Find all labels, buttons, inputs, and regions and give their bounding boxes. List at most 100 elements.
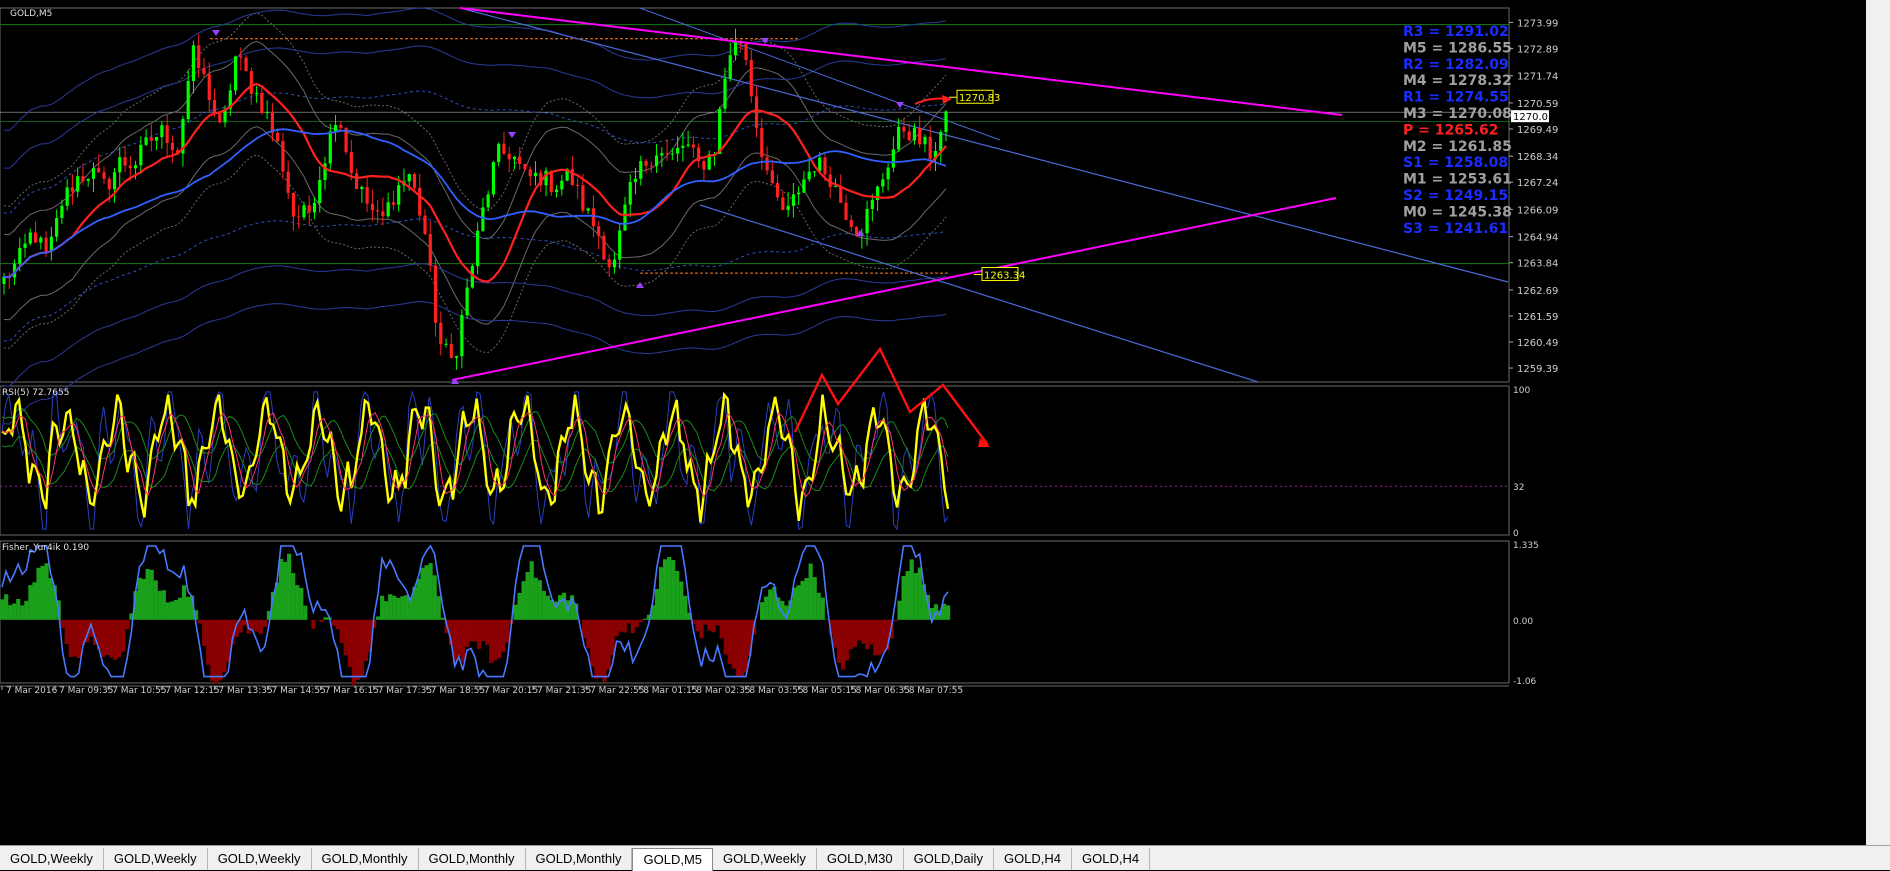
fisher-bar — [311, 620, 315, 629]
fisher-bar — [28, 585, 32, 620]
fisher-bar — [170, 601, 174, 619]
candle-body — [392, 202, 395, 204]
fisher-bar — [671, 560, 675, 620]
chart-tab[interactable]: GOLD,M5 — [632, 848, 713, 871]
candle-body — [350, 152, 353, 173]
chart-tab[interactable]: GOLD,Monthly — [312, 848, 419, 870]
pivot-label: R2 = 1282.09 — [1403, 57, 1509, 73]
fisher-bar — [695, 620, 699, 631]
annotation-label: 1270.83 — [959, 93, 1000, 104]
candle-body — [908, 131, 911, 140]
price-tick-label: 1264.94 — [1517, 233, 1558, 244]
fisher-bar — [259, 620, 263, 634]
chart-tab[interactable]: GOLD,Monthly — [526, 848, 633, 870]
candle-body — [129, 166, 132, 169]
time-tick-label: 8 Mar 03:55 — [749, 686, 803, 696]
rsi-line — [2, 395, 948, 523]
fisher-bar — [420, 568, 424, 620]
price-tick-label: 1266.09 — [1517, 205, 1558, 216]
time-tick-label: 7 Mar 21:35 — [537, 686, 591, 696]
fisher-bar — [49, 578, 53, 620]
chart-tab[interactable]: GOLD,H4 — [1072, 848, 1150, 870]
candle-body — [308, 205, 311, 212]
candle-body — [808, 172, 811, 180]
candle-body — [166, 125, 169, 143]
chart-tab[interactable]: GOLD,H4 — [994, 848, 1072, 870]
fisher-bar — [154, 580, 158, 619]
fisher-bar — [538, 580, 542, 620]
candle-body — [255, 93, 258, 94]
candle-body — [18, 248, 21, 264]
fisher-bar — [384, 601, 388, 620]
fisher-bar — [558, 595, 562, 620]
candle-body — [476, 231, 479, 266]
fisher-tick-label: -1.06 — [1513, 677, 1537, 687]
candle-body — [850, 220, 853, 227]
candle-body — [192, 45, 195, 81]
time-tick-label: 7 Mar 13:35 — [218, 686, 272, 696]
fisher-bar — [902, 576, 906, 620]
fisher-bar — [610, 620, 614, 655]
candle-body — [29, 232, 32, 243]
candle-body — [155, 137, 158, 141]
blue-dashed-band — [4, 219, 946, 341]
fisher-bar — [481, 620, 485, 641]
chart-tab[interactable]: GOLD,Monthly — [419, 848, 526, 870]
fisher-bar — [619, 620, 623, 632]
fisher-bar — [429, 563, 433, 620]
fisher-bar — [865, 620, 869, 649]
candle-body — [944, 112, 947, 132]
chart-tab[interactable]: GOLD,Weekly — [0, 848, 104, 870]
fisher-bar — [667, 557, 671, 620]
fractal-up-arrow — [896, 102, 904, 108]
candle-body — [587, 208, 590, 210]
support-trendline — [452, 198, 1336, 380]
fisher-bar — [186, 597, 190, 620]
candle-body — [434, 265, 437, 322]
fisher-bar — [174, 600, 178, 620]
candle-body — [702, 161, 705, 169]
price-tick-label: 1272.89 — [1517, 44, 1558, 55]
fisher-bar — [598, 620, 602, 678]
chart-tab[interactable]: GOLD,Weekly — [104, 848, 208, 870]
fisher-bar — [109, 620, 113, 658]
fisher-bar — [340, 620, 344, 643]
candle-body — [450, 344, 453, 358]
candle-body — [502, 144, 505, 154]
chart-tab[interactable]: GOLD,M30 — [817, 848, 904, 870]
chart-tab[interactable]: GOLD,Weekly — [208, 848, 312, 870]
candle-body — [660, 153, 663, 155]
fisher-bar — [857, 620, 861, 641]
fisher-bar — [526, 572, 530, 620]
candle-body — [481, 207, 484, 230]
chart-svg[interactable]: 1273.991272.891271.741270.591269.491268.… — [0, 0, 1866, 845]
fisher-bar — [396, 598, 400, 620]
fisher-bar — [0, 599, 4, 619]
fisher-bar — [352, 620, 356, 685]
fractal-up-arrow — [212, 30, 220, 36]
fisher-bar — [141, 579, 145, 620]
fisher-bar — [32, 582, 36, 620]
candle-body — [923, 137, 926, 144]
candle-body — [134, 165, 137, 168]
pivot-label: M5 = 1286.55 — [1403, 40, 1512, 56]
chart-tab[interactable]: GOLD,Daily — [904, 848, 994, 870]
envelope-band — [4, 127, 946, 325]
fisher-bar — [105, 620, 109, 655]
candle-body — [492, 162, 495, 194]
fisher-bar — [392, 596, 396, 620]
fisher-bar — [699, 620, 703, 638]
fisher-bar — [404, 595, 408, 620]
chart-area[interactable]: 1273.991272.891271.741270.591269.491268.… — [0, 0, 1890, 869]
fisher-bar — [44, 563, 48, 619]
candle-body — [423, 216, 426, 235]
fisher-bar — [457, 620, 461, 657]
candle-body — [302, 205, 305, 217]
candle-body — [555, 189, 558, 192]
chart-tab[interactable]: GOLD,Weekly — [713, 848, 817, 870]
candle-body — [118, 157, 121, 172]
fisher-bar — [513, 605, 517, 620]
candle-body — [639, 161, 642, 179]
candle-body — [318, 180, 321, 203]
fisher-bar — [703, 620, 707, 625]
